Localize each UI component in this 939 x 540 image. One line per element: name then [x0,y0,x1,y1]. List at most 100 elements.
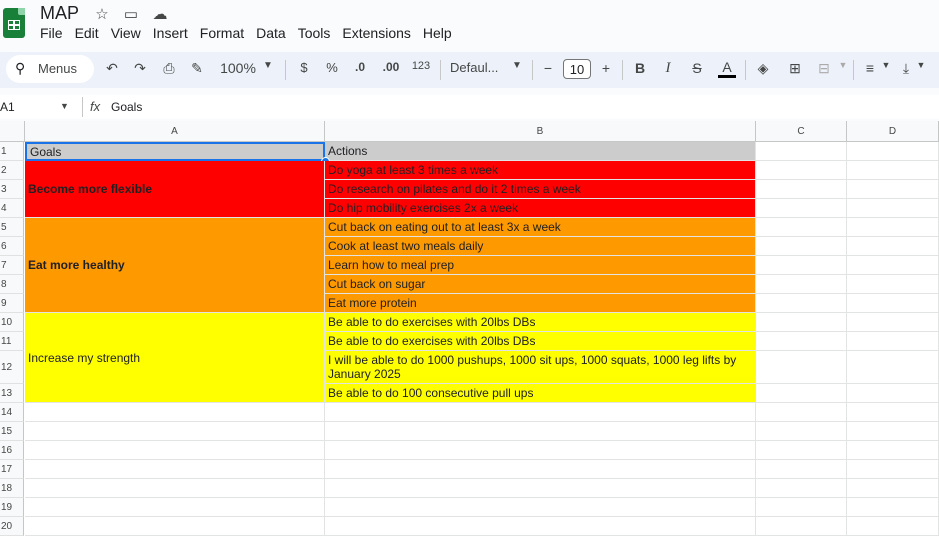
cell-b1-actions-header[interactable]: Actions [325,142,756,161]
empty-cell[interactable] [25,460,325,479]
number-format-button[interactable]: 123 [410,60,432,72]
redo-icon[interactable]: ↷ [132,60,148,77]
empty-cell[interactable] [25,498,325,517]
empty-cell[interactable] [756,142,847,161]
row-header[interactable]: 19 [0,498,24,517]
cloud-status-icon[interactable]: ☁ [150,5,170,23]
empty-cell[interactable] [847,351,939,384]
menu-help[interactable]: Help [423,25,452,41]
search-menus-button[interactable]: ⚲ Menus [6,55,94,83]
empty-cell[interactable] [756,237,847,256]
cell-a1-goals-header[interactable]: Goals [25,142,325,161]
action-cell[interactable]: Be able to do exercises with 20lbs DBs [325,332,756,351]
currency-format-button[interactable]: $ [296,60,312,75]
empty-cell[interactable] [25,422,325,441]
row-header[interactable]: 3 [0,180,24,199]
goal-cell[interactable]: Eat more healthy [25,218,325,313]
empty-cell[interactable] [756,403,847,422]
sheets-logo-icon[interactable] [3,8,25,38]
empty-cell[interactable] [847,403,939,422]
print-icon[interactable]: ⎙ [160,60,178,77]
action-cell[interactable]: Do yoga at least 3 times a week [325,161,756,180]
empty-cell[interactable] [756,313,847,332]
empty-cell[interactable] [25,403,325,422]
empty-cell[interactable] [847,294,939,313]
action-cell[interactable]: Cut back on sugar [325,275,756,294]
strikethrough-button[interactable]: S [689,60,705,76]
row-header[interactable]: 15 [0,422,24,441]
percent-format-button[interactable]: % [324,60,340,75]
merge-chevron-down-icon[interactable]: ▼ [838,60,848,70]
formula-input[interactable]: Goals [111,100,142,114]
menu-extensions[interactable]: Extensions [342,25,410,41]
row-header[interactable]: 18 [0,479,24,498]
row-header[interactable]: 20 [0,517,24,536]
empty-cell[interactable] [847,517,939,536]
row-header[interactable]: 12 [0,351,24,384]
empty-cell[interactable] [756,180,847,199]
empty-cell[interactable] [325,517,756,536]
goal-cell[interactable]: Increase my strength [25,313,325,403]
row-header[interactable]: 5 [0,218,24,237]
name-box-chevron-down-icon[interactable]: ▼ [60,101,69,111]
empty-cell[interactable] [25,517,325,536]
action-cell[interactable]: Cook at least two meals daily [325,237,756,256]
bold-button[interactable]: B [632,60,648,76]
row-header[interactable]: 2 [0,161,24,180]
column-header-a[interactable]: A [25,121,325,142]
menu-file[interactable]: File [40,25,63,41]
empty-cell[interactable] [756,479,847,498]
column-header-b[interactable]: B [325,121,756,142]
empty-cell[interactable] [847,441,939,460]
decrease-font-size-button[interactable]: − [540,60,556,76]
action-cell[interactable]: Be able to do 100 consecutive pull ups [325,384,756,403]
row-header[interactable]: 10 [0,313,24,332]
empty-cell[interactable] [325,403,756,422]
row-header[interactable]: 14 [0,403,24,422]
empty-cell[interactable] [756,384,847,403]
empty-cell[interactable] [325,441,756,460]
empty-cell[interactable] [847,218,939,237]
zoom-select[interactable]: 100% [218,60,258,76]
font-select[interactable]: Defaul... [450,60,508,75]
vertical-align-icon[interactable]: ⤓ [898,60,914,77]
empty-cell[interactable] [325,479,756,498]
empty-cell[interactable] [25,479,325,498]
row-header[interactable]: 13 [0,384,24,403]
valign-chevron-down-icon[interactable]: ▼ [916,60,926,70]
empty-cell[interactable] [756,498,847,517]
row-header[interactable]: 8 [0,275,24,294]
menu-edit[interactable]: Edit [75,25,99,41]
empty-cell[interactable] [847,498,939,517]
empty-cell[interactable] [756,441,847,460]
row-header[interactable]: 7 [0,256,24,275]
row-header[interactable]: 11 [0,332,24,351]
action-cell[interactable]: Be able to do exercises with 20lbs DBs [325,313,756,332]
column-header-d[interactable]: D [847,121,939,142]
empty-cell[interactable] [325,498,756,517]
row-header[interactable]: 1 [0,142,24,161]
horizontal-align-icon[interactable]: ≡ [861,60,879,76]
undo-icon[interactable]: ↶ [104,60,120,77]
spreadsheet-grid[interactable]: A B C D 1 2 3 4 5 6 7 8 9 10 11 12 13 14 15 16 17 18 19 20 G… [0,121,939,540]
font-size-input[interactable]: 10 [563,59,591,79]
fill-color-icon[interactable]: ◈ [754,60,772,77]
menu-insert[interactable]: Insert [153,25,188,41]
empty-cell[interactable] [847,479,939,498]
select-all-corner[interactable] [0,121,25,142]
empty-cell[interactable] [847,313,939,332]
empty-cell[interactable] [847,256,939,275]
name-box[interactable]: A1 [0,100,15,114]
empty-cell[interactable] [847,180,939,199]
empty-cell[interactable] [756,517,847,536]
action-cell[interactable]: Do research on pilates and do it 2 times… [325,180,756,199]
merge-cells-icon[interactable]: ⊟ [815,60,833,77]
goal-cell[interactable]: Become more flexible [25,161,325,218]
empty-cell[interactable] [847,199,939,218]
empty-cell[interactable] [756,275,847,294]
increase-font-size-button[interactable]: + [598,60,614,76]
empty-cell[interactable] [756,161,847,180]
row-header[interactable]: 16 [0,441,24,460]
star-icon[interactable]: ☆ [92,5,112,23]
empty-cell[interactable] [847,422,939,441]
